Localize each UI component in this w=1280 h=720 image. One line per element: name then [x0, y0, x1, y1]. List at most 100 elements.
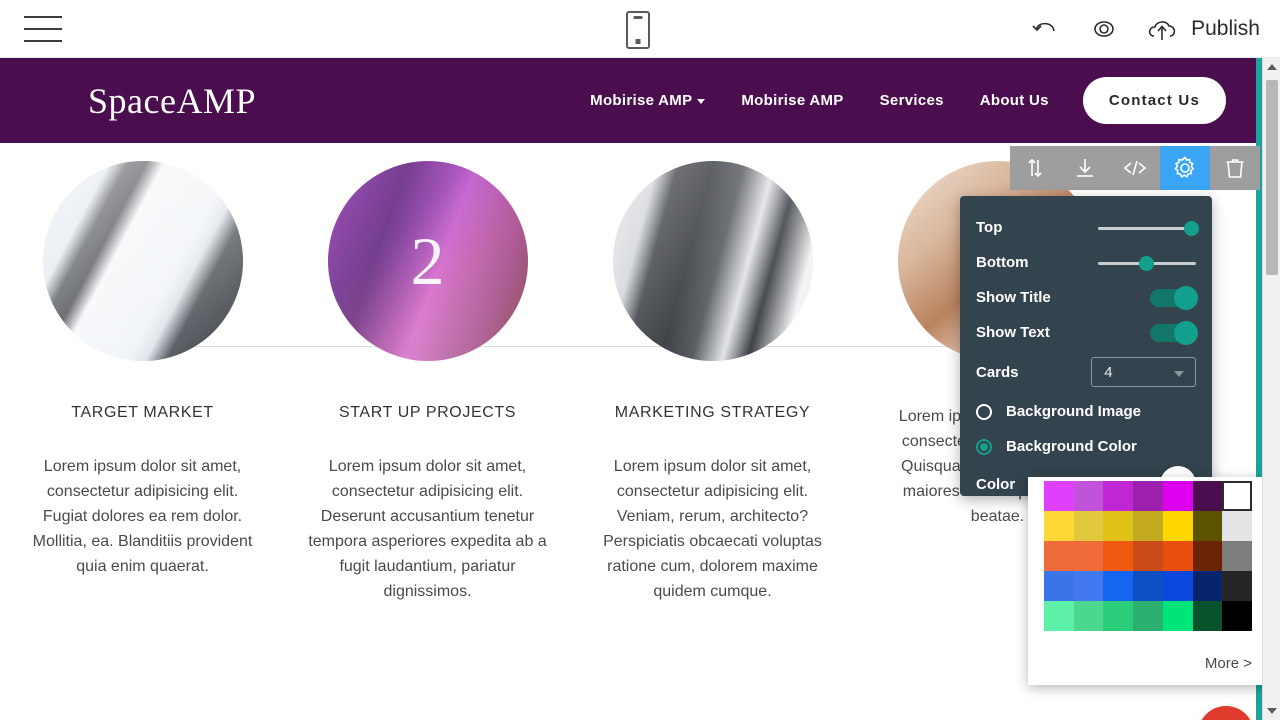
color-swatch[interactable] — [1133, 511, 1163, 541]
move-up-down-icon[interactable] — [1010, 146, 1060, 190]
radio-background-color-label: Background Color — [1006, 438, 1137, 455]
color-swatch[interactable] — [1103, 571, 1134, 601]
chevron-down-icon — [697, 98, 706, 104]
card-image[interactable]: 2 — [327, 161, 528, 361]
nav-item-services[interactable]: Services — [862, 92, 962, 109]
color-swatch[interactable] — [1133, 601, 1163, 631]
setting-bottom-label: Bottom — [976, 254, 1029, 271]
color-swatch[interactable] — [1192, 571, 1223, 601]
nav-item-mobirise-amp-dropdown[interactable]: Mobirise AMP — [572, 92, 723, 109]
card-text[interactable]: Lorem ipsum dolor sit amet, consectetur … — [23, 454, 263, 579]
app-toolbar-actions: Publish — [1029, 0, 1260, 58]
slider-knob[interactable] — [1139, 255, 1155, 271]
toggle-knob — [1174, 285, 1198, 310]
card-number: 2 — [410, 222, 445, 299]
top-slider[interactable] — [1098, 220, 1200, 236]
color-swatch[interactable] — [1222, 481, 1252, 511]
card-title[interactable]: TARGET MARKET — [0, 404, 285, 422]
nav-item-label: Mobirise AMP — [590, 92, 693, 109]
color-swatch[interactable] — [1133, 541, 1163, 571]
radio-background-image[interactable]: Background Image — [976, 394, 1196, 429]
color-swatch[interactable] — [1222, 571, 1252, 601]
radio-icon — [976, 403, 992, 420]
color-swatch[interactable] — [1044, 481, 1074, 511]
color-swatch[interactable] — [1073, 541, 1104, 571]
publish-button[interactable]: Publish — [1145, 13, 1260, 45]
card-text[interactable]: Lorem ipsum dolor sit amet, consectetur … — [308, 454, 548, 604]
publish-label: Publish — [1191, 17, 1260, 40]
slider-knob[interactable] — [1184, 220, 1200, 236]
nav-item-mobirise-amp[interactable]: Mobirise AMP — [723, 92, 861, 109]
setting-cards-label: Cards — [976, 363, 1019, 381]
mobile-device-icon[interactable] — [626, 11, 650, 49]
card-number — [613, 161, 813, 361]
trash-icon[interactable] — [1210, 146, 1260, 190]
color-swatch[interactable] — [1222, 601, 1252, 631]
code-brackets-icon[interactable] — [1110, 146, 1160, 190]
download-icon[interactable] — [1060, 146, 1110, 190]
card-number — [43, 161, 243, 361]
color-swatch[interactable] — [1192, 541, 1223, 571]
color-swatch[interactable] — [1073, 601, 1104, 631]
caret-up-icon[interactable] — [1266, 64, 1277, 70]
gear-icon[interactable] — [1160, 146, 1210, 190]
color-swatch[interactable] — [1192, 511, 1223, 541]
card-item[interactable]: TARGET MARKET Lorem ipsum dolor sit amet… — [0, 143, 285, 604]
undo-icon[interactable] — [1029, 12, 1063, 46]
card-title[interactable]: MARKETING STRATEGY — [570, 404, 855, 422]
color-swatch-grid — [1044, 481, 1252, 631]
color-swatch[interactable] — [1162, 601, 1193, 631]
hamburger-icon[interactable] — [24, 15, 62, 42]
eye-icon[interactable] — [1087, 12, 1121, 46]
color-swatch[interactable] — [1044, 541, 1074, 571]
card-image[interactable] — [612, 161, 813, 361]
color-swatch[interactable] — [1073, 571, 1104, 601]
color-swatch[interactable] — [1222, 511, 1252, 541]
vertical-scrollbar[interactable] — [1262, 58, 1280, 720]
caret-down-icon[interactable] — [1266, 708, 1277, 714]
card-title[interactable]: START UP PROJECTS — [285, 404, 570, 422]
radio-background-color[interactable]: Background Color — [976, 429, 1196, 464]
color-swatch[interactable] — [1103, 541, 1134, 571]
color-swatch[interactable] — [1044, 511, 1074, 541]
chevron-down-icon — [1174, 371, 1184, 377]
setting-show-title: Show Title — [976, 280, 1198, 315]
card-item[interactable]: MARKETING STRATEGY Lorem ipsum dolor sit… — [570, 143, 855, 604]
color-swatch[interactable] — [1162, 571, 1193, 601]
card-text[interactable]: Lorem ipsum dolor sit amet, consectetur … — [593, 454, 833, 604]
color-swatch[interactable] — [1162, 541, 1193, 571]
color-swatch[interactable] — [1073, 481, 1104, 511]
show-text-toggle[interactable] — [1150, 320, 1198, 345]
color-swatch[interactable] — [1103, 511, 1134, 541]
nav-item-about-us[interactable]: About Us — [962, 92, 1067, 109]
color-swatch[interactable] — [1192, 481, 1223, 511]
color-swatch[interactable] — [1073, 511, 1104, 541]
setting-top-label: Top — [976, 219, 1003, 236]
card-item[interactable]: 2 START UP PROJECTS Lorem ipsum dolor si… — [285, 143, 570, 604]
contact-us-button[interactable]: Contact Us — [1082, 77, 1226, 124]
color-swatch[interactable] — [1162, 481, 1193, 511]
site-header: SpaceAMP Mobirise AMP Mobirise AMP Servi… — [0, 58, 1256, 143]
bottom-slider[interactable] — [1098, 255, 1196, 271]
radio-background-image-label: Background Image — [1006, 403, 1142, 420]
cards-select[interactable]: 4 — [1091, 357, 1196, 387]
more-colors-link[interactable]: More > — [1205, 655, 1252, 672]
color-swatch[interactable] — [1133, 481, 1163, 511]
card-image[interactable] — [42, 161, 243, 361]
color-swatch[interactable] — [1222, 541, 1252, 571]
color-swatch[interactable] — [1044, 571, 1074, 601]
device-speaker — [633, 16, 643, 19]
scrollbar-thumb[interactable] — [1266, 80, 1278, 275]
color-swatch[interactable] — [1192, 601, 1223, 631]
color-swatch[interactable] — [1044, 601, 1074, 631]
color-swatch[interactable] — [1162, 511, 1193, 541]
color-swatch[interactable] — [1103, 481, 1134, 511]
site-brand[interactable]: SpaceAMP — [88, 80, 256, 122]
radio-icon-selected — [976, 438, 992, 455]
color-swatch[interactable] — [1133, 571, 1163, 601]
block-settings-panel: Top Bottom Show Title Show Text Cards 4 … — [960, 196, 1212, 502]
color-swatch[interactable] — [1103, 601, 1134, 631]
show-title-toggle[interactable] — [1150, 285, 1198, 310]
color-picker-popup: More > — [1028, 477, 1268, 685]
setting-show-title-label: Show Title — [976, 289, 1051, 306]
